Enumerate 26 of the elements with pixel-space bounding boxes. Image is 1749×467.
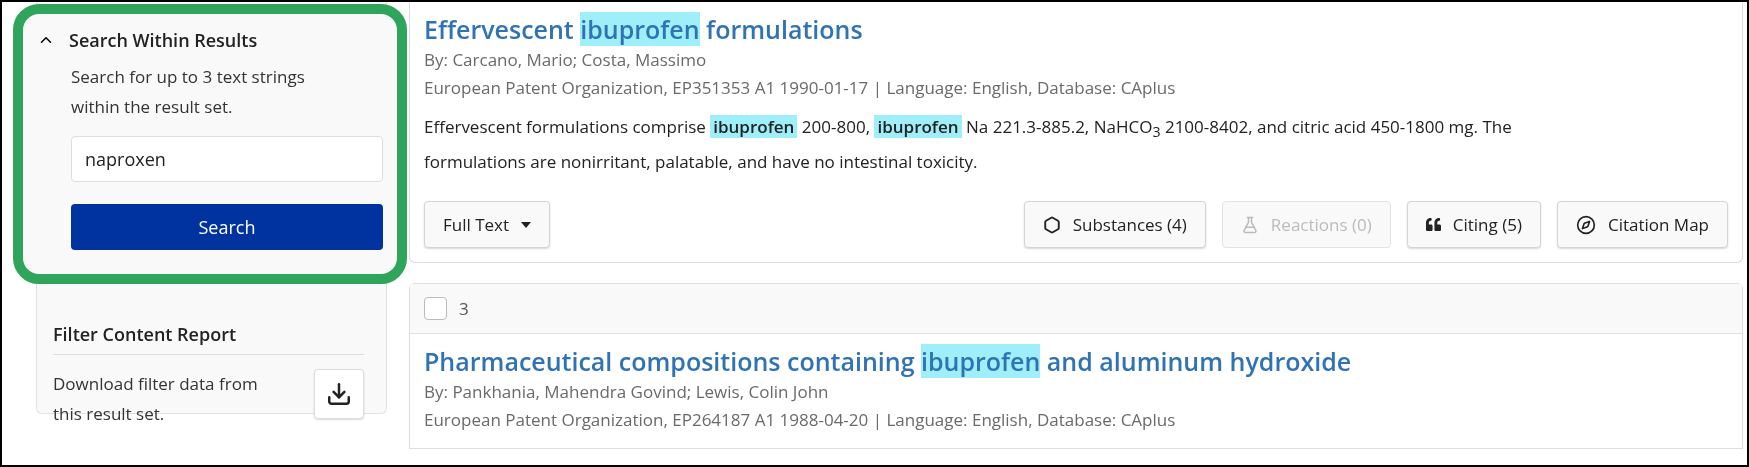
action-button[interactable]: Substances (4) (1023, 201, 1206, 249)
download-icon (326, 381, 352, 407)
flask-icon (1240, 215, 1259, 234)
result-authors: By: Pankhania, Mahendra Govind; Lewis, Colin John (424, 379, 830, 406)
result-source: European Patent Organization, EP351353 A1 1990-01-17 | Language: English, Database: CAplus (424, 75, 1177, 101)
result-abstract: Effervescent formulations comprise ibuprofen 200-800, ibuprofen Na 221.3-885.2, NaHCO$_{3}$ 2100-8402, and citric acid 450-1800 mg. The formulations are nonirritant, palatable, and have no intestinal toxicity. (424, 114, 1513, 176)
result-authors: By: Carcano, Mario; Costa, Massimo (424, 47, 708, 73)
checkbox[interactable] (424, 297, 447, 321)
result-title-link[interactable]: Pharmaceutical compositions containing ibuprofen and aluminum hydroxide (424, 344, 1352, 379)
action-button[interactable]: Citation Map (1556, 201, 1728, 249)
download-button[interactable] (314, 369, 364, 419)
section-heading: Search Within Results (69, 28, 258, 52)
result-source: European Patent Organization, EP264187 A1 1988-04-20 | Language: English, Database: CAplus (424, 407, 1177, 434)
section-description: Search for up to 3 text strings within the result set. (71, 64, 306, 120)
search-field[interactable]: naproxen (71, 136, 383, 182)
hexagon-icon (1042, 215, 1061, 234)
compass-icon (1575, 214, 1596, 235)
full-text-button[interactable]: Full Text (424, 201, 551, 249)
section-heading: Filter Content Report (53, 322, 364, 355)
result-title-link[interactable]: Effervescent ibuprofen formulations (424, 12, 863, 46)
result-number: 3 (459, 297, 469, 321)
search-button[interactable]: Search (71, 204, 383, 250)
section-description: Download filter data from this result set. (53, 371, 259, 427)
caret-icon (521, 221, 532, 228)
action-button[interactable]: Citing (5) (1406, 201, 1541, 249)
quote-icon (1425, 217, 1441, 233)
